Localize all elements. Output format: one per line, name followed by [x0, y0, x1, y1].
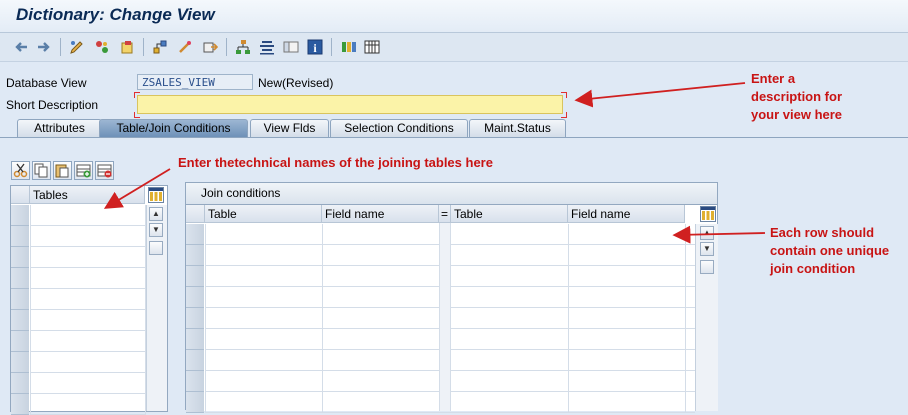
tables-arrow: [103, 168, 171, 209]
annotation-arrows: [103, 82, 766, 244]
join-arrow: [672, 225, 766, 244]
table-row[interactable]: [205, 412, 695, 413]
description-arrow: [574, 82, 746, 108]
